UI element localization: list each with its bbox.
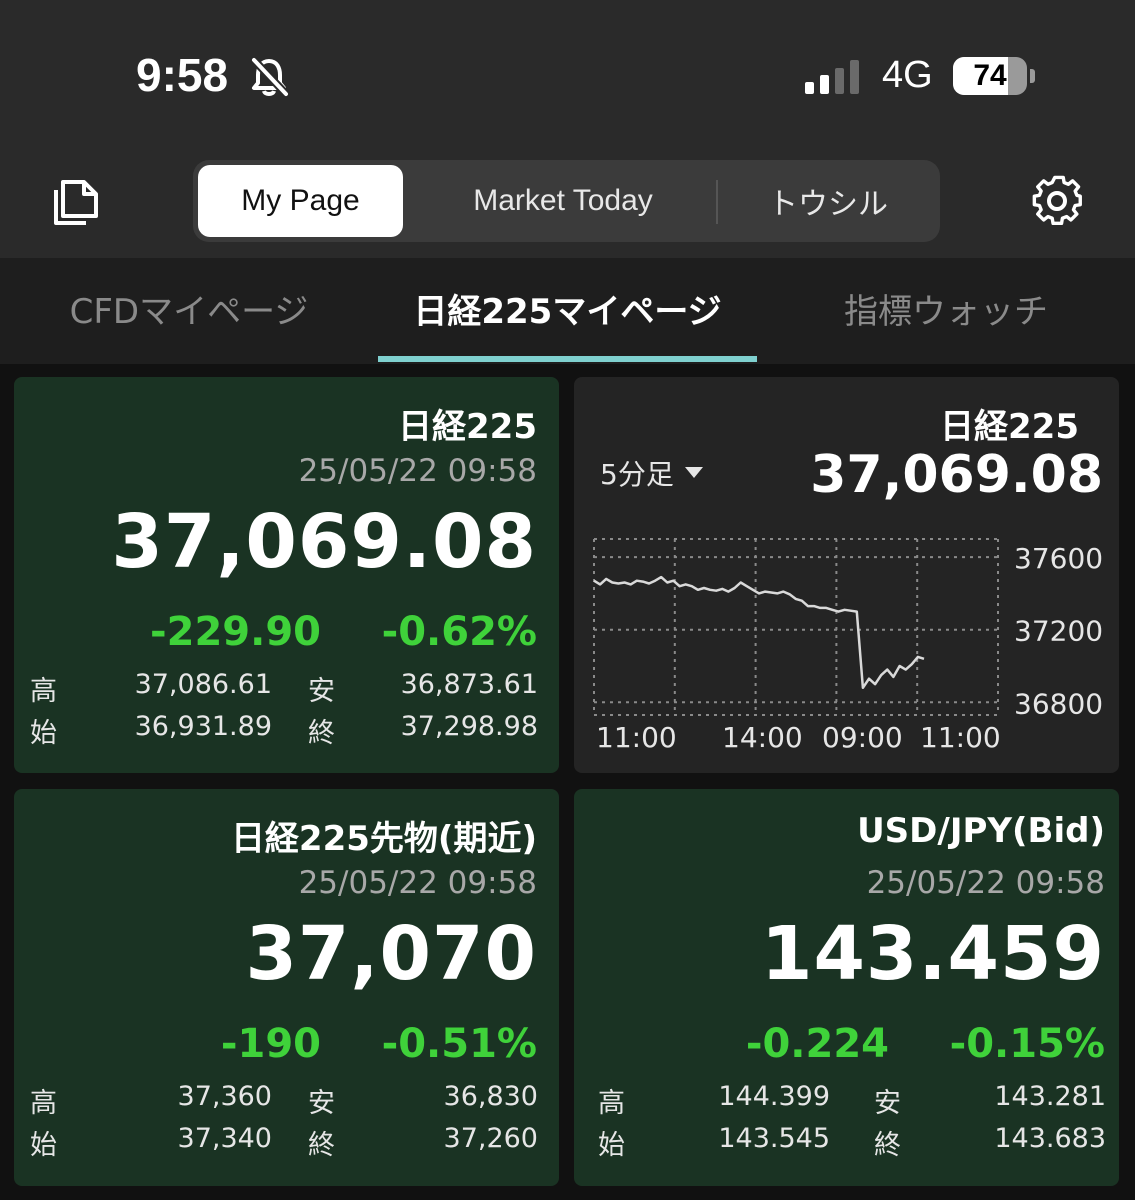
- battery-nub: [1030, 69, 1035, 83]
- gear-icon[interactable]: [1030, 174, 1084, 228]
- high-low-row: 高 144.399 安 143.281: [598, 1081, 1106, 1119]
- open-value: 143.545: [718, 1123, 830, 1154]
- status-bar: 9:58 4G 74: [0, 0, 1135, 150]
- y-tick-label: 36800: [1014, 687, 1103, 720]
- battery-level: 74: [973, 59, 1007, 92]
- nikkei225-quote-card[interactable]: 日経225 25/05/22 09:58 37,069.08 -229.90 -…: [14, 377, 559, 773]
- card-change: -0.224: [745, 1021, 889, 1067]
- open-value: 36,931.89: [134, 711, 272, 742]
- close-value: 143.683: [994, 1123, 1106, 1154]
- cellular-signal-icon: [805, 60, 859, 94]
- tab-toushiru[interactable]: トウシル: [723, 165, 933, 237]
- high-low-row: 高 37,086.61 安 36,873.61: [30, 669, 538, 707]
- card-title: 日経225先物(期近): [230, 819, 537, 859]
- low-value: 36,830: [443, 1081, 538, 1112]
- close-value: 37,298.98: [400, 711, 538, 742]
- main-segmented-control: My Page Market Today トウシル: [193, 160, 940, 242]
- high-value: 144.399: [718, 1081, 830, 1112]
- open-close-row: 始 36,931.89 終 37,298.98: [30, 711, 538, 749]
- y-tick-label: 37600: [1014, 542, 1103, 575]
- high-label: 高: [598, 1088, 625, 1119]
- open-value: 37,340: [177, 1123, 272, 1154]
- tab-indicator-watch[interactable]: 指標ウォッチ: [757, 258, 1135, 358]
- tab-cfd-mypage[interactable]: CFDマイページ: [0, 258, 378, 358]
- card-price: 37,069.08: [111, 499, 537, 585]
- active-tab-indicator: [378, 356, 757, 362]
- low-label: 安: [308, 1088, 335, 1119]
- card-change: -190: [220, 1021, 321, 1067]
- high-label: 高: [30, 1088, 57, 1119]
- card-change-percent: -0.51%: [381, 1021, 537, 1067]
- documents-icon[interactable]: [48, 176, 100, 228]
- tab-my-page[interactable]: My Page: [198, 165, 403, 237]
- close-label: 終: [874, 1130, 901, 1161]
- low-label: 安: [874, 1088, 901, 1119]
- x-tick-label: 09:00: [822, 721, 903, 754]
- high-value: 37,086.61: [134, 669, 272, 700]
- battery-icon: 74: [953, 57, 1027, 95]
- price-chart: 37600 37200 36800 11:00 14:00 09:00 11:00: [593, 538, 1103, 754]
- open-label: 始: [30, 718, 57, 749]
- card-change-percent: -0.15%: [949, 1021, 1105, 1067]
- high-value: 37,360: [177, 1081, 272, 1112]
- usdjpy-quote-card[interactable]: USD/JPY(Bid) 25/05/22 09:58 143.459 -0.2…: [574, 789, 1119, 1186]
- high-low-row: 高 37,360 安 36,830: [30, 1081, 538, 1119]
- card-title: USD/JPY(Bid): [857, 811, 1105, 851]
- tab-nikkei225-mypage[interactable]: 日経225マイページ: [378, 258, 757, 358]
- card-timestamp: 25/05/22 09:58: [866, 865, 1105, 901]
- card-change: -229.90: [150, 609, 321, 655]
- close-label: 終: [308, 718, 335, 749]
- card-title: 日経225: [398, 407, 537, 447]
- card-price: 143.459: [760, 911, 1105, 997]
- open-close-row: 始 37,340 終 37,260: [30, 1123, 538, 1161]
- card-timestamp: 25/05/22 09:58: [298, 865, 537, 901]
- close-value: 37,260: [443, 1123, 538, 1154]
- low-label: 安: [308, 676, 335, 707]
- tab-market-today[interactable]: Market Today: [415, 165, 711, 237]
- low-value: 36,873.61: [400, 669, 538, 700]
- nikkei225-chart-card[interactable]: 日経225 5分足 37,069.08 37600 37200 36800 11:00…: [574, 377, 1119, 773]
- y-tick-label: 37200: [1014, 615, 1103, 648]
- network-type: 4G: [882, 54, 933, 96]
- sub-tabs: CFDマイページ 日経225マイページ 指標ウォッチ: [0, 258, 1135, 364]
- bell-muted-icon: [251, 57, 289, 97]
- top-navigation: My Page Market Today トウシル: [0, 150, 1135, 258]
- x-tick-label: 11:00: [920, 721, 1001, 754]
- nikkei225-futures-card[interactable]: 日経225先物(期近) 25/05/22 09:58 37,070 -190 -…: [14, 789, 559, 1186]
- card-timestamp: 25/05/22 09:58: [298, 453, 537, 489]
- card-change-percent: -0.62%: [381, 609, 537, 655]
- high-label: 高: [30, 676, 57, 707]
- x-tick-label: 11:00: [596, 721, 677, 754]
- x-tick-label: 14:00: [722, 721, 803, 754]
- price-line: [593, 575, 925, 690]
- segment-divider: [716, 180, 718, 224]
- open-label: 始: [598, 1130, 625, 1161]
- close-label: 終: [308, 1130, 335, 1161]
- card-price: 37,070: [245, 911, 537, 997]
- status-time: 9:58: [136, 49, 229, 101]
- open-close-row: 始 143.545 終 143.683: [598, 1123, 1106, 1161]
- open-label: 始: [30, 1130, 57, 1161]
- low-value: 143.281: [994, 1081, 1106, 1112]
